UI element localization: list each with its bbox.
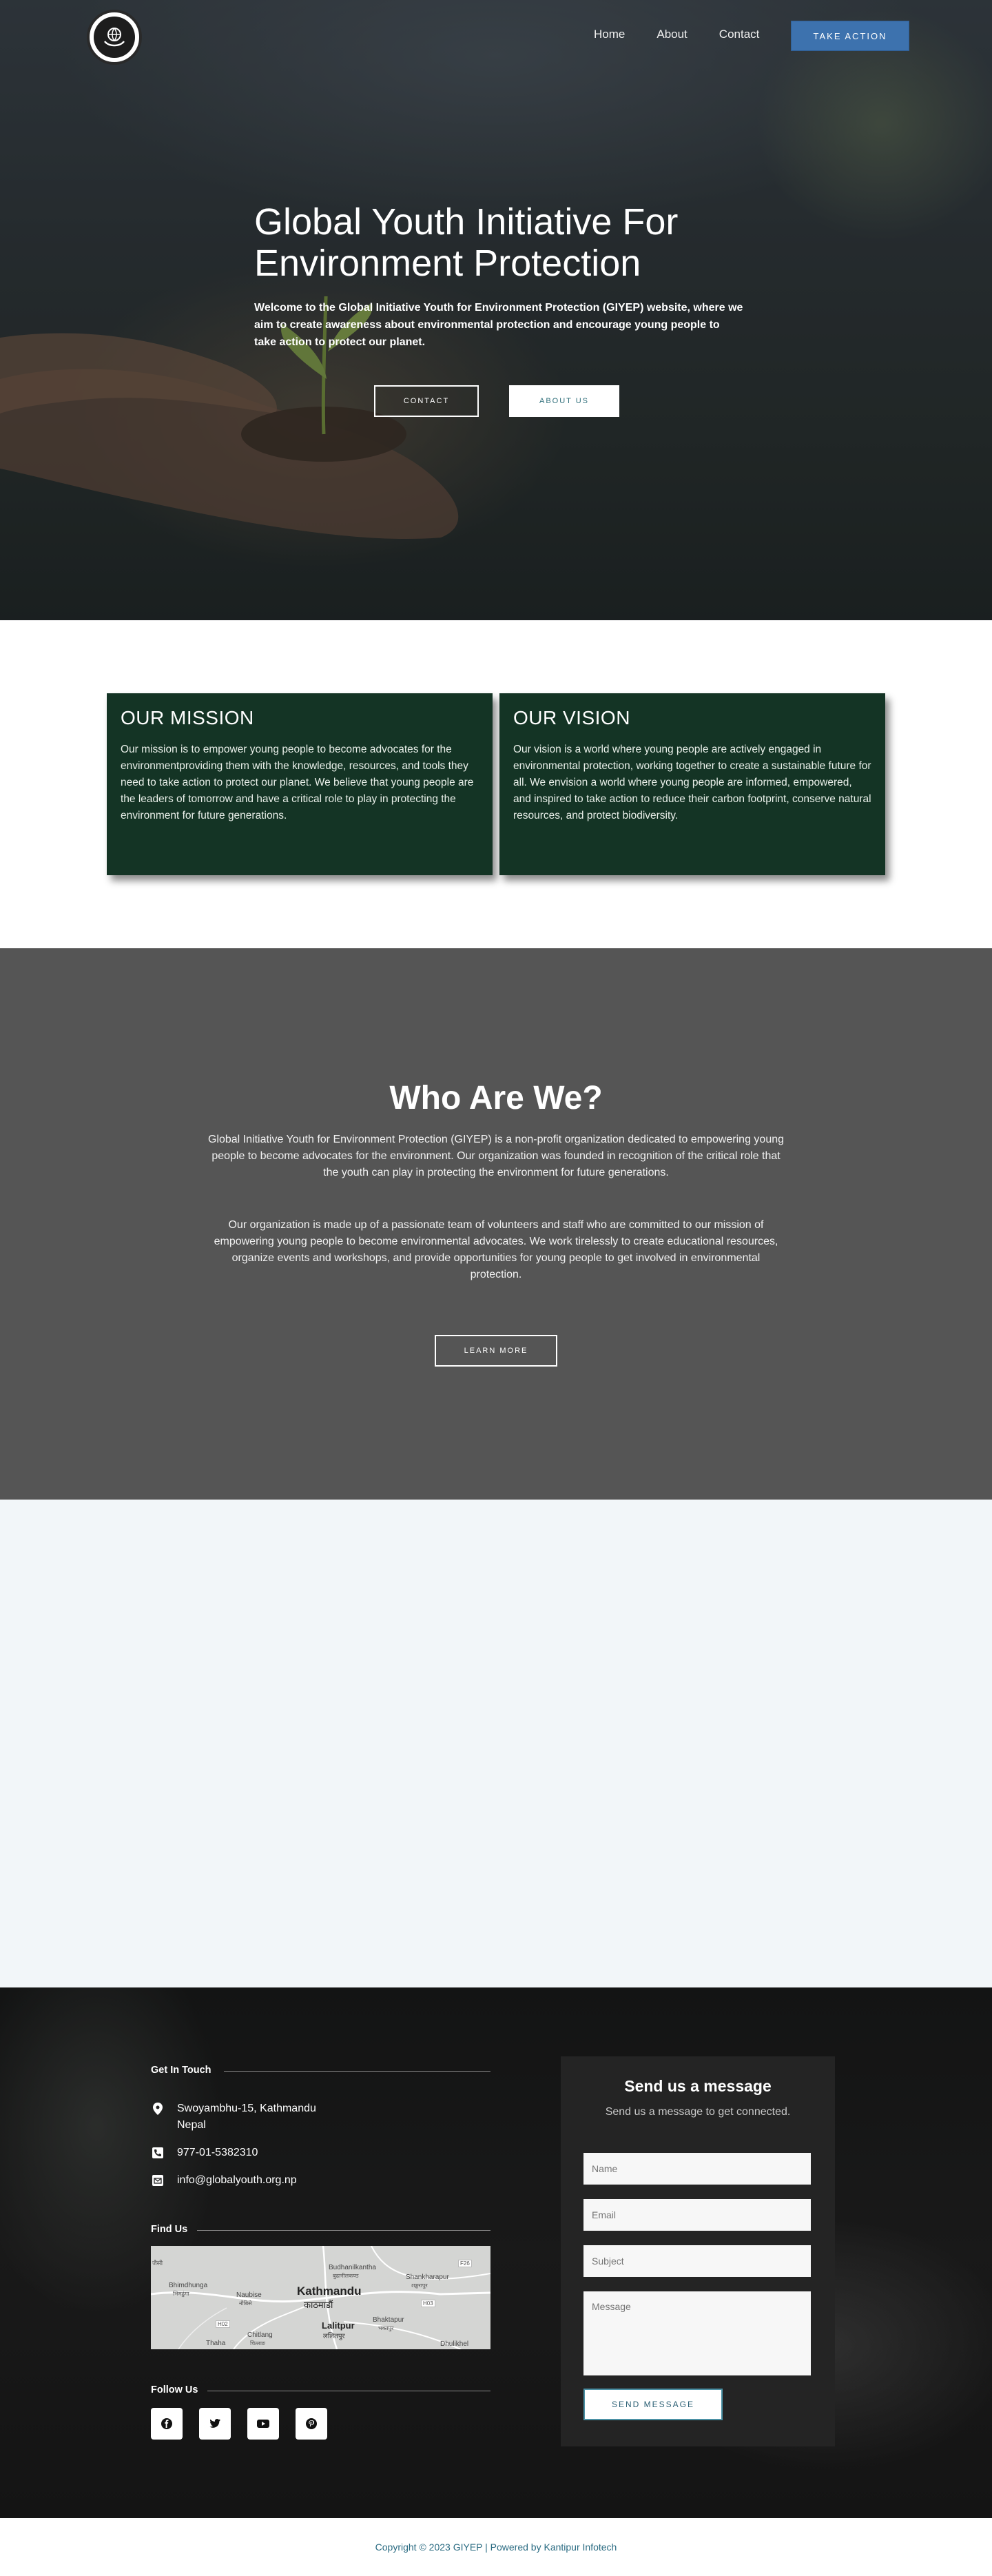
map-label-chitlang-np: चित्लाङ <box>250 2340 265 2347</box>
take-action-button[interactable]: TAKE ACTION <box>791 21 909 51</box>
hero-title: Global Youth Initiative For Environment … <box>254 201 679 284</box>
map-label-dhulikhel: Dhulikhel <box>440 2340 469 2348</box>
address-item: Swoyambhu-15, Kathmandu Nepal <box>151 2100 316 2134</box>
mission-card: OUR MISSION Our mission is to empower yo… <box>107 693 493 875</box>
map-label-bhaktapur: Bhaktapur <box>373 2316 404 2324</box>
map-label-chitlang: Chitlang <box>247 2331 273 2339</box>
twitter-icon[interactable] <box>199 2408 231 2440</box>
learn-more-button[interactable]: LEARN MORE <box>435 1335 557 1367</box>
location-map[interactable]: Kathmandu काठमाडौं Lalitpur ललितपुर Budh… <box>151 2246 490 2349</box>
nav-contact-link[interactable]: Contact <box>719 28 760 41</box>
footer-section: Get In Touch Swoyambhu-15, Kathmandu Nep… <box>0 1987 992 2518</box>
address-line-2: Nepal <box>177 2119 206 2131</box>
top-navbar: Home About Contact TAKE ACTION <box>0 0 992 72</box>
subject-field[interactable] <box>583 2245 811 2277</box>
map-marker-icon <box>151 2102 165 2116</box>
form-title: Send us a message <box>624 2077 772 2095</box>
map-label-bhimdhunga: Bhimdhunga <box>169 2282 208 2289</box>
copyright-text: Copyright © 2023 GIYEP | Powered by Kant… <box>375 2542 617 2553</box>
hero-about-button[interactable]: ABOUT US <box>509 385 619 417</box>
map-label-bhaktapur-np: भक्तपुर <box>378 2325 394 2331</box>
map-label-kathmandu-np: काठमाडौं <box>304 2300 333 2311</box>
map-label-shankharapur: Shankharapur <box>406 2273 449 2281</box>
map-label-budhanilkantha: Budhanilkantha <box>329 2264 376 2271</box>
map-label-naubise: Naubise <box>236 2291 262 2299</box>
follow-us-heading: Follow Us <box>151 2384 198 2395</box>
map-label-budhanilkantha-np: बुढानीलकण्ठ <box>333 2273 359 2279</box>
who-paragraph-2: Our organization is made up of a passion… <box>214 1219 778 1280</box>
divider <box>197 2230 490 2231</box>
email-field[interactable] <box>583 2199 811 2231</box>
divider <box>224 2071 490 2072</box>
vision-card: OUR VISION Our vision is a world where y… <box>499 693 885 875</box>
envelope-icon <box>151 2174 165 2187</box>
map-label-jaisidevi: जैसी <box>152 2260 163 2267</box>
phone-number: 977-01-5382310 <box>177 2147 258 2158</box>
who-are-we-section: Who Are We? Global Initiative Youth for … <box>0 948 992 1500</box>
who-paragraph-1: Global Initiative Youth for Environment … <box>207 1134 785 1178</box>
map-label-shankharapur-np: शङ्खरापुर <box>411 2282 428 2289</box>
send-message-button[interactable]: SEND MESSAGE <box>583 2389 723 2420</box>
empty-section <box>0 1500 992 1987</box>
map-label-kathmandu: Kathmandu <box>297 2284 362 2298</box>
hero-section: Home About Contact TAKE ACTION Global Yo… <box>0 0 992 620</box>
map-road-badge: F26 <box>458 2260 472 2267</box>
find-us-heading: Find Us <box>151 2224 188 2235</box>
map-label-thaha: Thaha <box>206 2340 226 2347</box>
email-address[interactable]: info@globalyouth.org.np <box>177 2172 297 2189</box>
nav-home-link[interactable]: Home <box>594 28 625 41</box>
contact-form: Send us a message Send us a message to g… <box>561 2056 835 2446</box>
facebook-icon[interactable] <box>151 2408 183 2440</box>
message-field[interactable] <box>583 2291 811 2375</box>
email-item: info@globalyouth.org.np <box>151 2172 297 2189</box>
mission-title: OUR MISSION <box>121 707 254 728</box>
map-label-lalitpur-np: ललितपुर <box>323 2333 345 2340</box>
globe-hands-icon <box>104 28 125 47</box>
vision-title: OUR VISION <box>513 707 630 728</box>
copyright-bar: Copyright © 2023 GIYEP | Powered by Kant… <box>0 2518 992 2576</box>
form-subtitle: Send us a message to get connected. <box>605 2106 791 2118</box>
phone-icon <box>151 2146 165 2160</box>
map-label-bhimdhunga-np: भिमढुंगा <box>173 2291 189 2297</box>
mission-text: Our mission is to empower young people t… <box>121 744 474 821</box>
phone-item: 977-01-5382310 <box>151 2145 258 2161</box>
giyep-logo[interactable] <box>87 10 142 65</box>
name-field[interactable] <box>583 2153 811 2185</box>
map-road-badge: H02 <box>216 2320 230 2328</box>
pinterest-icon[interactable] <box>296 2408 327 2440</box>
map-label-lalitpur: Lalitpur <box>322 2320 355 2331</box>
map-label-naubise-np: नौबिसे <box>239 2300 252 2307</box>
nav-about-link[interactable]: About <box>657 28 687 41</box>
youtube-icon[interactable] <box>247 2408 279 2440</box>
address-line-1: Swoyambhu-15, Kathmandu <box>177 2103 316 2114</box>
mission-vision-section: OUR MISSION Our mission is to empower yo… <box>0 620 992 948</box>
get-in-touch-heading: Get In Touch <box>151 2065 211 2076</box>
hero-subtitle: Welcome to the Global Initiative Youth f… <box>254 302 743 348</box>
vision-text: Our vision is a world where young people… <box>513 744 871 821</box>
who-title: Who Are We? <box>389 1080 603 1116</box>
hero-contact-button[interactable]: CONTACT <box>374 385 479 417</box>
map-road-badge: H03 <box>421 2300 435 2307</box>
